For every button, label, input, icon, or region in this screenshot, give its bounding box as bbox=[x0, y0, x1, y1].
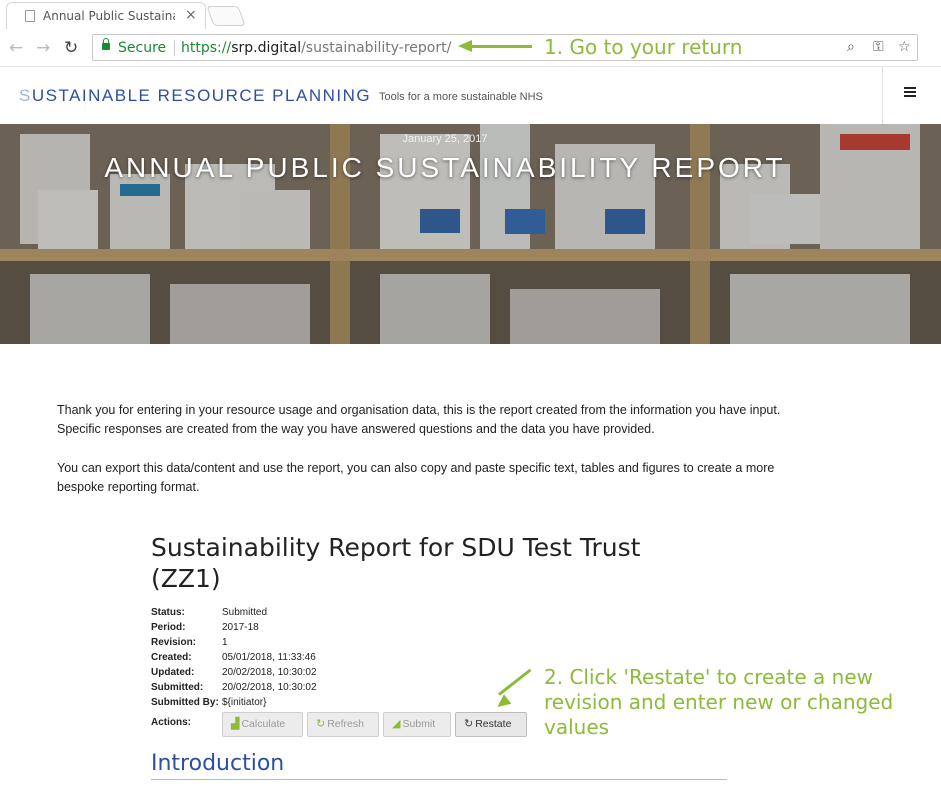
annotation-step-1: 1. Go to your return bbox=[544, 35, 743, 59]
report-title: Sustainability Report for SDU Test Trust… bbox=[151, 533, 641, 593]
new-tab-button[interactable] bbox=[206, 6, 246, 26]
hero-banner: January 25, 2017 ANNUAL PUBLIC SUSTAINAB… bbox=[0, 124, 941, 344]
submitted-value: 20/02/2018, 10:30:02 bbox=[222, 682, 317, 693]
bar-chart-icon: ▟ bbox=[231, 718, 240, 730]
refresh-icon: ↻ bbox=[316, 718, 326, 730]
post-date: January 25, 2017 bbox=[402, 133, 488, 145]
bookmark-star-icon[interactable]: ☆ bbox=[898, 39, 911, 55]
browser-tab[interactable]: Annual Public Sustainab × bbox=[6, 2, 206, 29]
forward-icon[interactable]: → bbox=[36, 38, 50, 58]
restate-button[interactable]: ↻ Restate bbox=[455, 712, 527, 737]
key-icon[interactable]: ⚿ bbox=[873, 39, 884, 55]
tab-title: Annual Public Sustainab bbox=[43, 9, 175, 23]
submit-button[interactable]: ◢ Submit bbox=[383, 712, 451, 737]
restate-icon: ↻ bbox=[464, 718, 474, 730]
created-value: 05/01/2018, 11:33:46 bbox=[222, 652, 316, 663]
heading-underline bbox=[151, 779, 727, 780]
submitted-label: Submitted: bbox=[151, 682, 204, 693]
zoom-icon[interactable]: ⌕ bbox=[847, 39, 855, 55]
export-paragraph: You can export this data/content and use… bbox=[57, 461, 775, 494]
revision-label: Revision: bbox=[151, 637, 197, 648]
actions-label: Actions: bbox=[151, 717, 191, 728]
page-icon bbox=[25, 10, 35, 22]
intro-paragraph: Thank you for entering in your resource … bbox=[57, 403, 781, 436]
back-icon[interactable]: ← bbox=[9, 38, 23, 58]
annotation-arrowhead bbox=[493, 694, 512, 712]
annotation-step-2: 2. Click 'Restate' to create a new revis… bbox=[544, 665, 894, 739]
site-header: SUSTAINABLE RESOURCE PLANNING Tools for … bbox=[0, 67, 941, 124]
status-label: Status: bbox=[151, 607, 185, 618]
period-label: Period: bbox=[151, 622, 186, 633]
refresh-button[interactable]: ↻ Refresh bbox=[307, 712, 379, 737]
annotation-arrow bbox=[498, 668, 532, 696]
annotation-arrow bbox=[470, 45, 532, 48]
revision-value: 1 bbox=[222, 637, 228, 648]
section-heading: Introduction bbox=[151, 751, 285, 776]
hamburger-icon[interactable] bbox=[904, 87, 916, 97]
send-icon: ◢ bbox=[392, 718, 401, 730]
hero-title: ANNUAL PUBLIC SUSTAINABILITY REPORT bbox=[104, 152, 786, 183]
calculate-button[interactable]: ▟ Calculate bbox=[222, 712, 303, 737]
reload-icon[interactable]: ↻ bbox=[64, 38, 78, 58]
divider bbox=[882, 67, 883, 124]
updated-value: 20/02/2018, 10:30:02 bbox=[222, 667, 317, 678]
divider bbox=[174, 40, 175, 56]
site-brand[interactable]: SUSTAINABLE RESOURCE PLANNING bbox=[19, 86, 371, 106]
period-value: 2017-18 bbox=[222, 622, 259, 633]
close-icon[interactable]: × bbox=[185, 7, 197, 23]
submitted-by-value: ${initiator} bbox=[222, 697, 267, 708]
url-text[interactable]: https://srp.digital/sustainability-repor… bbox=[181, 40, 451, 56]
secure-label: Secure bbox=[118, 40, 167, 56]
submitted-by-label: Submitted By: bbox=[151, 697, 219, 708]
status-value: Submitted bbox=[222, 607, 268, 618]
created-label: Created: bbox=[151, 652, 192, 663]
lock-icon bbox=[102, 38, 110, 50]
updated-label: Updated: bbox=[151, 667, 195, 678]
annotation-arrowhead bbox=[458, 40, 472, 52]
site-tagline: Tools for a more sustainable NHS bbox=[379, 91, 543, 103]
browser-tab-bar: Annual Public Sustainab × bbox=[0, 0, 941, 30]
